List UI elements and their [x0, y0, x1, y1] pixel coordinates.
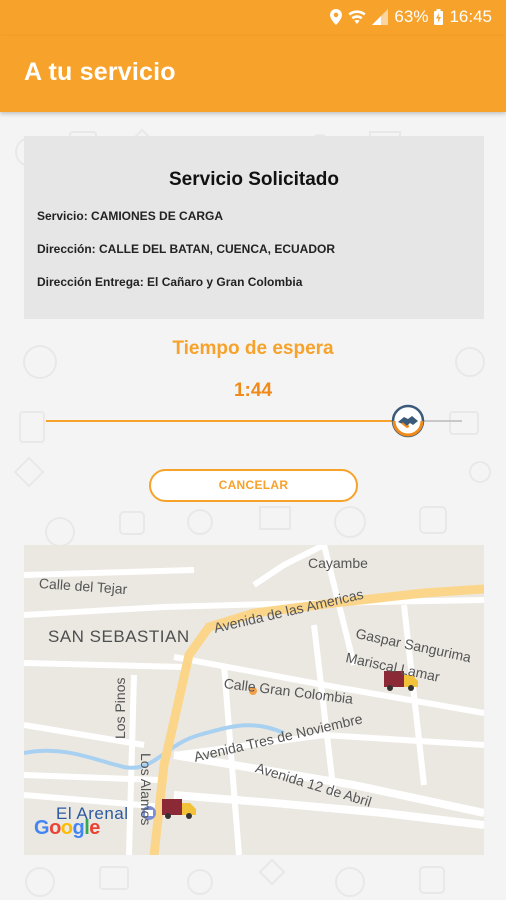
status-icons: 63% 16:45 — [330, 7, 492, 27]
google-logo: Google — [34, 817, 100, 839]
status-bar: 63% 16:45 — [0, 0, 506, 36]
app-title: A tu servicio — [24, 58, 176, 86]
cancel-button[interactable]: CANCELAR — [149, 469, 358, 502]
app-bar: A tu servicio — [0, 36, 506, 112]
signal-icon — [372, 9, 389, 25]
delivery-address: Dirección Entrega: El Cañaro y Gran Colo… — [37, 275, 303, 289]
service-address: Dirección: CALLE DEL BATAN, CUENCA, ECUA… — [37, 242, 336, 256]
battery-percent: 63% — [394, 7, 429, 26]
map-label-cayambe: Cayambe — [308, 555, 368, 571]
wait-time: 1:44 — [233, 380, 273, 401]
wait-title: Tiempo de espera — [172, 338, 334, 359]
location-icon — [330, 9, 343, 25]
map-label-los-alamos: Los Alamos — [138, 753, 154, 826]
wait-progress-bar — [46, 404, 462, 438]
battery-charging-icon — [434, 9, 444, 25]
handshake-icon — [390, 403, 426, 439]
service-card: Servicio Solicitado Servicio: CAMIONES D… — [24, 136, 484, 319]
map-label-los-pinos: Los Pinos — [112, 677, 128, 739]
map-label-san-sebastian: SAN SEBASTIAN — [48, 627, 190, 646]
service-card-title: Servicio Solicitado — [169, 169, 339, 190]
wifi-icon — [348, 9, 367, 25]
service-type: Servicio: CAMIONES DE CARGA — [37, 209, 224, 223]
map-view[interactable]: Cayambe Calle del Tejar Avenida de las A… — [24, 545, 484, 855]
clock: 16:45 — [449, 7, 492, 26]
wait-progress-fill — [46, 420, 408, 422]
